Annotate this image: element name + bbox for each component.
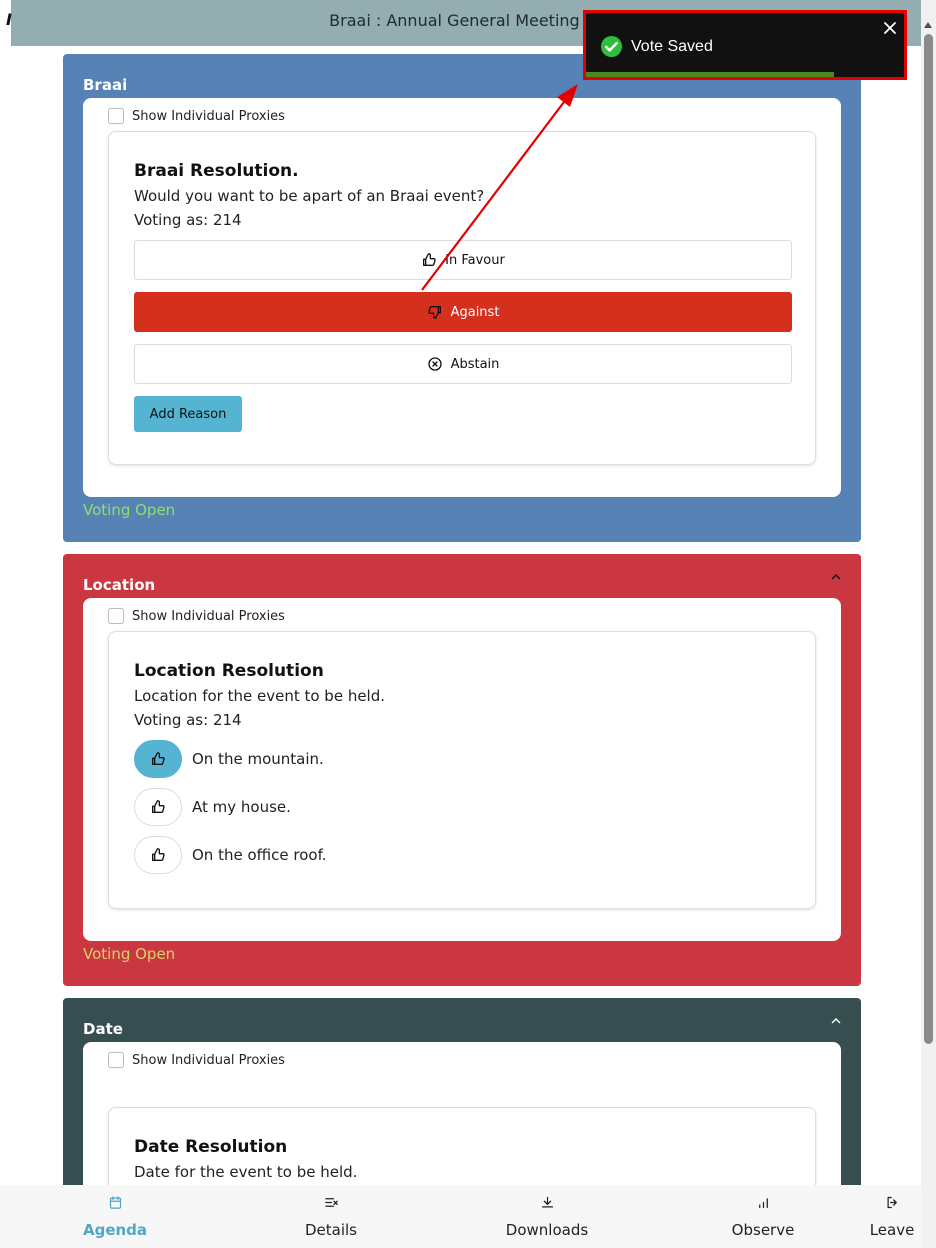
section-body: Show Individual Proxies Date Resolution … — [83, 1042, 841, 1207]
resolution-description: Date for the event to be held. — [134, 1163, 358, 1181]
nav-leave-label: Leave — [869, 1221, 915, 1239]
abstain-label: Abstain — [450, 356, 500, 372]
show-proxies-checkbox[interactable] — [108, 108, 124, 124]
bottom-navigation: Agenda Details Downloads Observe Leave — [0, 1185, 921, 1248]
voting-status: Voting Open — [83, 945, 176, 963]
nav-agenda[interactable]: Agenda — [75, 1185, 155, 1248]
close-icon[interactable] — [884, 22, 896, 34]
check-circle-icon — [600, 35, 623, 58]
resolution-description: Would you want to be apart of an Braai e… — [134, 187, 485, 205]
resolution-title: Braai Resolution. — [134, 161, 299, 181]
logout-icon — [887, 1196, 897, 1208]
agenda-section-date: Date Show Individual Proxies Date Resolu… — [63, 998, 861, 1207]
header-left-fragment: I — [6, 10, 12, 29]
resolution-title: Location Resolution — [134, 661, 324, 681]
against-label: Against — [450, 304, 500, 320]
voting-as-label: Voting as: 214 — [134, 711, 242, 729]
section-title: Location — [83, 576, 156, 594]
nav-downloads-label: Downloads — [505, 1221, 589, 1239]
thumbs-up-icon — [152, 848, 165, 862]
nav-downloads[interactable]: Downloads — [497, 1185, 597, 1248]
section-title: Date — [83, 1020, 123, 1038]
chevron-up-icon[interactable] — [831, 572, 841, 582]
option-row: On the mountain. — [134, 740, 324, 778]
thumbs-down-icon — [427, 305, 441, 319]
option-label: On the office roof. — [192, 846, 327, 864]
nav-observe-label: Observe — [731, 1221, 795, 1239]
nav-agenda-label: Agenda — [82, 1221, 148, 1239]
nav-details[interactable]: Details — [291, 1185, 371, 1248]
thumbs-up-icon — [152, 752, 165, 766]
vote-saved-toast: Vote Saved — [583, 10, 907, 80]
show-proxies-checkbox[interactable] — [108, 1052, 124, 1068]
show-proxies-toggle[interactable]: Show Individual Proxies — [108, 607, 285, 625]
option-label: At my house. — [192, 798, 291, 816]
resolution-card: Location Resolution Location for the eve… — [108, 631, 816, 909]
resolution-description: Location for the event to be held. — [134, 687, 386, 705]
section-title: Braai — [83, 76, 128, 94]
against-button[interactable]: Against — [134, 292, 792, 332]
voting-status: Voting Open — [83, 501, 176, 519]
toast-message: Vote Saved — [631, 38, 713, 55]
option-row: At my house. — [134, 788, 291, 826]
thumbs-up-icon — [423, 253, 436, 267]
in-favour-label: In Favour — [445, 252, 505, 268]
nav-details-label: Details — [304, 1221, 357, 1239]
show-proxies-toggle[interactable]: Show Individual Proxies — [108, 1051, 285, 1069]
section-body: Show Individual Proxies Location Resolut… — [83, 598, 841, 941]
section-body: Show Individual Proxies Braai Resolution… — [83, 98, 841, 497]
show-proxies-label: Show Individual Proxies — [132, 108, 285, 124]
scroll-thumb[interactable] — [924, 34, 933, 1044]
vote-option-button[interactable] — [134, 836, 182, 874]
agenda-section-location: Location Show Individual Proxies Locatio… — [63, 554, 861, 986]
thumbs-up-icon — [152, 800, 165, 814]
toast-progress-bar — [586, 72, 835, 77]
page-scrollbar[interactable] — [921, 0, 936, 1248]
option-label: On the mountain. — [192, 750, 324, 768]
show-proxies-checkbox[interactable] — [108, 608, 124, 624]
x-circle-icon — [427, 357, 442, 371]
vote-option-button[interactable] — [134, 740, 182, 778]
calendar-icon — [109, 1195, 121, 1209]
download-icon — [541, 1196, 553, 1207]
bar-chart-icon — [758, 1197, 768, 1208]
chevron-up-icon[interactable] — [831, 1016, 841, 1026]
resolution-card: Braai Resolution. Would you want to be a… — [108, 131, 816, 465]
in-favour-button[interactable]: In Favour — [134, 240, 792, 280]
nav-observe[interactable]: Observe — [723, 1185, 803, 1248]
abstain-button[interactable]: Abstain — [134, 344, 792, 384]
agenda-section-braai: Braai Show Individual Proxies Braai Reso… — [63, 54, 861, 542]
show-proxies-label: Show Individual Proxies — [132, 608, 285, 624]
show-proxies-label: Show Individual Proxies — [132, 1052, 285, 1068]
nav-leave[interactable]: Leave — [862, 1185, 922, 1248]
scroll-up-arrow[interactable] — [924, 22, 932, 28]
voting-as-label: Voting as: 214 — [134, 211, 242, 229]
resolution-title: Date Resolution — [134, 1137, 288, 1157]
vote-option-button[interactable] — [134, 788, 182, 826]
list-details-icon — [324, 1197, 338, 1207]
add-reason-button[interactable]: Add Reason — [134, 396, 242, 432]
option-row: On the office roof. — [134, 836, 327, 874]
show-proxies-toggle[interactable]: Show Individual Proxies — [108, 107, 285, 125]
